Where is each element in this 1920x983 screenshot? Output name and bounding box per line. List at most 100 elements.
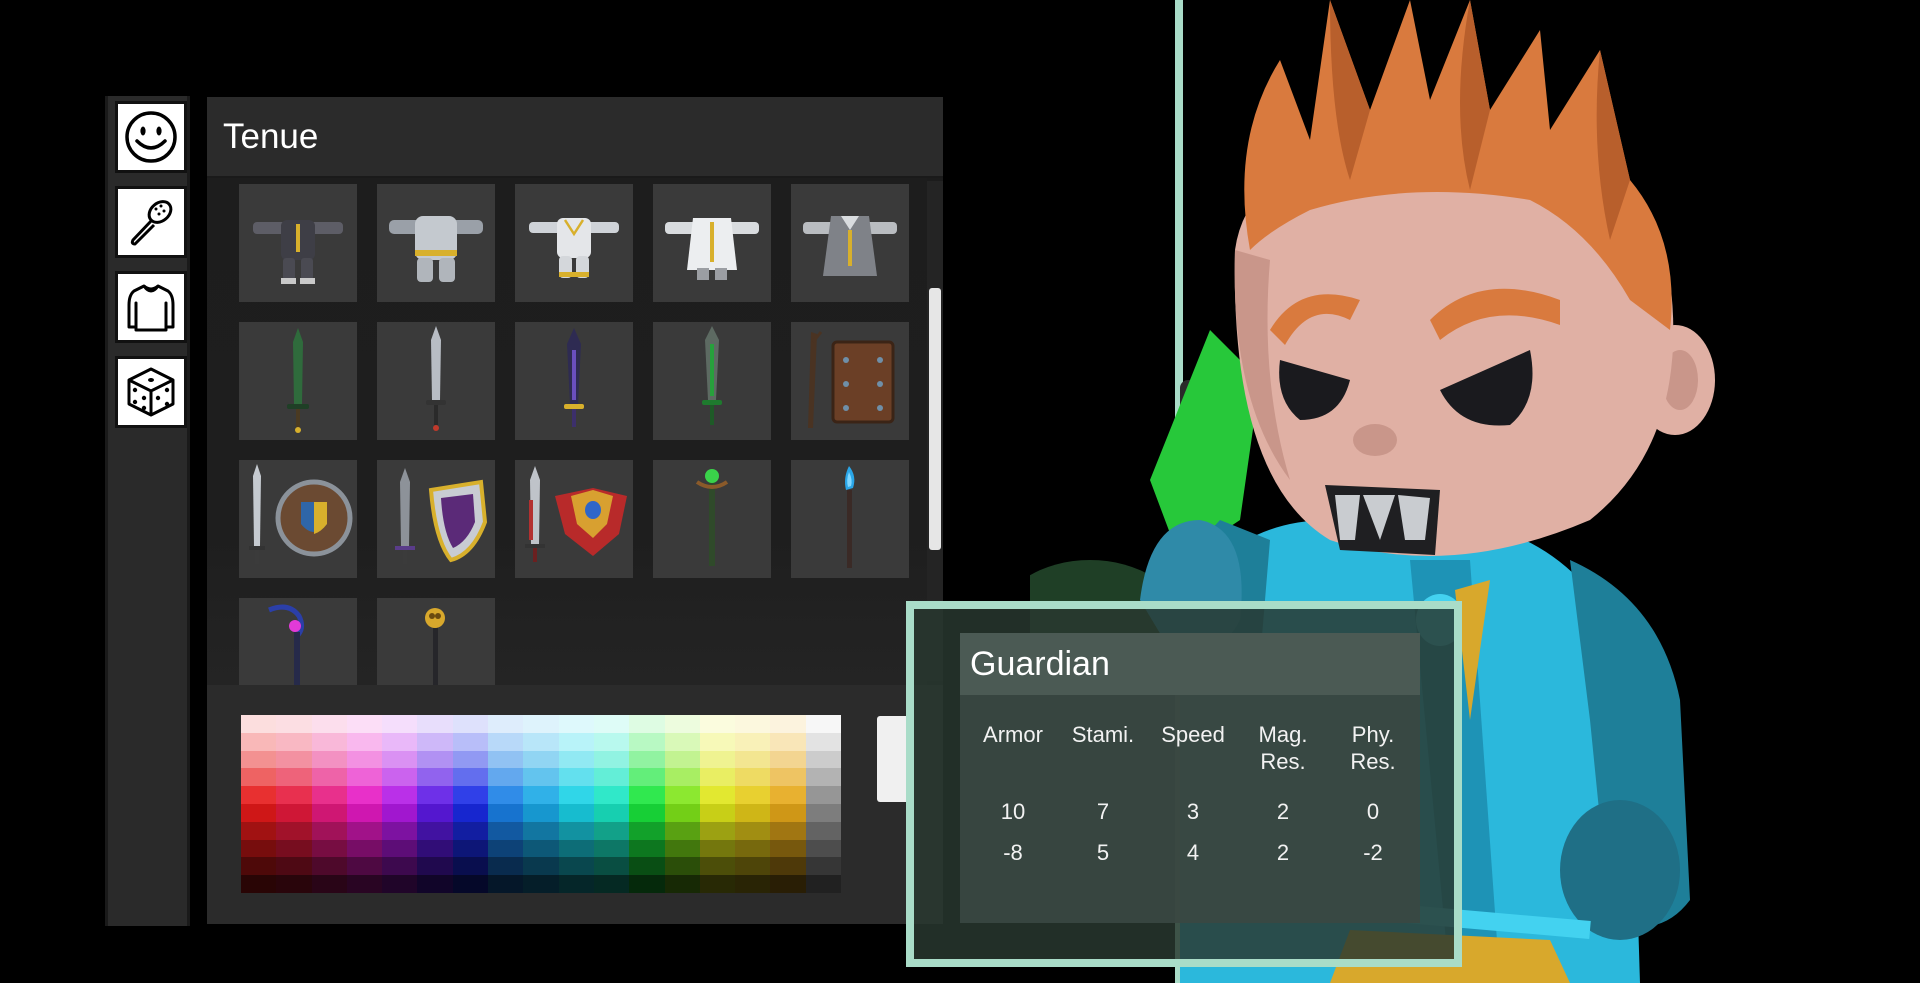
color-swatch[interactable] (452, 803, 489, 822)
color-swatch[interactable] (276, 803, 312, 822)
color-swatch[interactable] (452, 857, 489, 876)
color-swatch[interactable] (311, 768, 347, 787)
color-swatch[interactable] (276, 786, 312, 804)
color-swatch[interactable] (770, 786, 806, 804)
color-swatch[interactable] (346, 875, 383, 893)
color-swatch[interactable] (523, 715, 559, 733)
color-swatch[interactable] (523, 768, 559, 787)
color-swatch[interactable] (488, 750, 524, 769)
outfit-item[interactable] (791, 460, 909, 578)
outfit-item[interactable] (377, 322, 495, 440)
color-swatch[interactable] (735, 803, 771, 822)
color-swatch[interactable] (382, 786, 418, 804)
color-swatch[interactable] (805, 732, 841, 751)
color-swatch[interactable] (770, 839, 806, 858)
color-swatch[interactable] (311, 821, 347, 840)
color-swatch[interactable] (770, 715, 806, 733)
color-swatch[interactable] (241, 839, 277, 858)
color-swatch[interactable] (417, 857, 453, 876)
color-swatch[interactable] (523, 732, 559, 751)
outfit-item[interactable] (791, 322, 909, 440)
color-swatch[interactable] (346, 732, 383, 751)
color-swatch[interactable] (241, 732, 277, 751)
color-swatch[interactable] (311, 875, 347, 893)
color-swatch[interactable] (770, 821, 806, 840)
color-swatch[interactable] (241, 857, 277, 876)
color-swatch[interactable] (346, 768, 383, 787)
hair-category-button[interactable] (115, 186, 187, 258)
color-swatch[interactable] (382, 857, 418, 876)
face-category-button[interactable] (115, 101, 187, 173)
color-swatch[interactable] (629, 839, 665, 858)
outfit-item[interactable] (377, 598, 495, 685)
color-swatch[interactable] (241, 768, 277, 787)
outfit-item[interactable] (239, 598, 357, 685)
color-swatch[interactable] (452, 821, 489, 840)
outfit-item[interactable] (515, 460, 633, 578)
color-swatch[interactable] (311, 750, 347, 769)
color-swatch[interactable] (311, 732, 347, 751)
color-swatch[interactable] (629, 875, 665, 893)
color-swatch[interactable] (735, 839, 771, 858)
color-swatch[interactable] (346, 803, 383, 822)
random-category-button[interactable] (115, 356, 187, 428)
color-swatch[interactable] (488, 732, 524, 751)
color-swatch[interactable] (664, 875, 700, 893)
color-swatch[interactable] (735, 750, 771, 769)
color-swatch[interactable] (664, 857, 700, 876)
color-swatch[interactable] (452, 786, 489, 804)
color-swatch[interactable] (593, 715, 630, 733)
color-swatch[interactable] (311, 803, 347, 822)
color-swatch[interactable] (735, 786, 771, 804)
color-swatch[interactable] (805, 768, 841, 787)
color-swatch[interactable] (417, 750, 453, 769)
color-swatch[interactable] (346, 839, 383, 858)
color-swatch[interactable] (770, 750, 806, 769)
color-swatch[interactable] (805, 821, 841, 840)
color-swatch[interactable] (593, 821, 630, 840)
color-swatch[interactable] (664, 768, 700, 787)
color-swatch[interactable] (664, 803, 700, 822)
color-swatch[interactable] (452, 875, 489, 893)
color-swatch[interactable] (558, 786, 594, 804)
color-swatch[interactable] (558, 732, 594, 751)
color-swatch[interactable] (699, 821, 736, 840)
color-swatch[interactable] (452, 715, 489, 733)
color-swatch[interactable] (593, 875, 630, 893)
color-swatch[interactable] (417, 732, 453, 751)
color-swatch[interactable] (346, 857, 383, 876)
color-swatch[interactable] (417, 803, 453, 822)
color-swatch[interactable] (629, 732, 665, 751)
color-swatch[interactable] (805, 803, 841, 822)
color-swatch[interactable] (735, 857, 771, 876)
color-swatch[interactable] (558, 768, 594, 787)
outfit-item[interactable] (653, 184, 771, 302)
color-swatch[interactable] (488, 875, 524, 893)
outfit-category-button[interactable] (115, 271, 187, 343)
color-swatch[interactable] (735, 715, 771, 733)
color-swatch[interactable] (276, 821, 312, 840)
color-swatch[interactable] (241, 715, 277, 733)
color-swatch[interactable] (523, 875, 559, 893)
outfit-item[interactable] (653, 460, 771, 578)
color-swatch[interactable] (523, 839, 559, 858)
color-swatch[interactable] (699, 803, 736, 822)
color-swatch[interactable] (311, 786, 347, 804)
color-swatch[interactable] (805, 875, 841, 893)
outfit-item[interactable] (515, 322, 633, 440)
color-swatch[interactable] (417, 786, 453, 804)
color-swatch[interactable] (699, 875, 736, 893)
color-swatch[interactable] (699, 857, 736, 876)
color-swatch[interactable] (241, 821, 277, 840)
color-swatch[interactable] (346, 715, 383, 733)
color-swatch[interactable] (593, 857, 630, 876)
color-swatch[interactable] (558, 715, 594, 733)
color-swatch[interactable] (805, 857, 841, 876)
color-swatch[interactable] (664, 750, 700, 769)
color-swatch[interactable] (558, 821, 594, 840)
color-swatch[interactable] (382, 875, 418, 893)
color-swatch[interactable] (629, 750, 665, 769)
color-swatch[interactable] (699, 786, 736, 804)
color-swatch[interactable] (593, 803, 630, 822)
color-swatch[interactable] (629, 803, 665, 822)
